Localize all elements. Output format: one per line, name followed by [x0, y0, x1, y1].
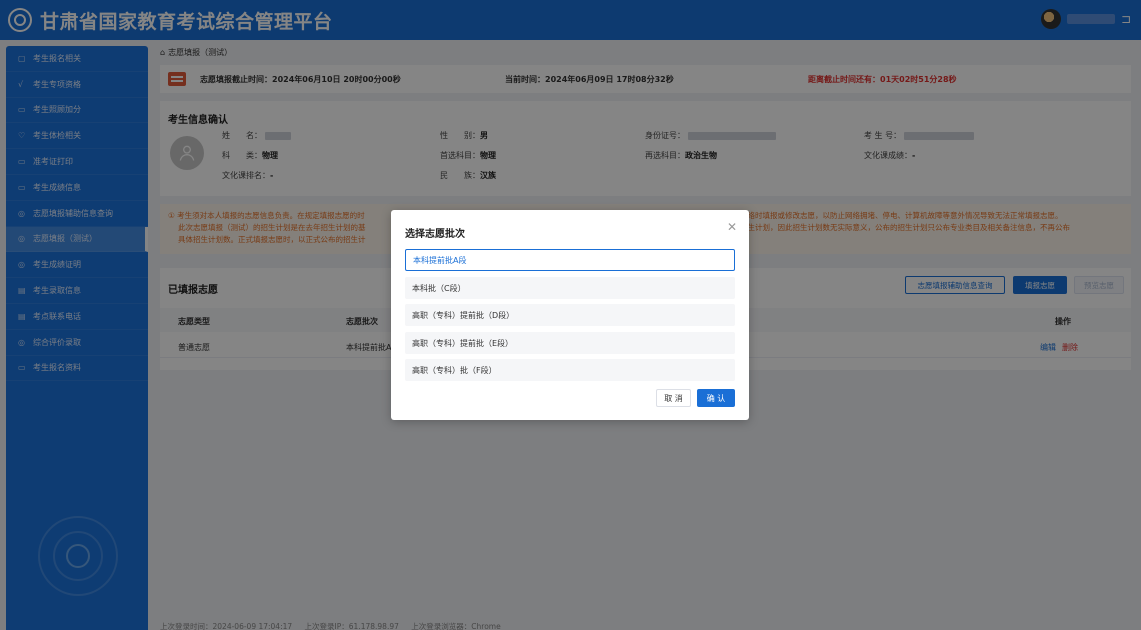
- batch-option-c[interactable]: 本科批（C段）: [405, 277, 735, 299]
- batch-option-a[interactable]: 本科提前批A段: [405, 249, 735, 271]
- cancel-button[interactable]: 取 消: [656, 389, 691, 407]
- dialog-title: 选择志愿批次: [405, 229, 465, 240]
- batch-option-f[interactable]: 高职（专科）批（F段）: [405, 359, 735, 381]
- select-batch-dialog: 选择志愿批次 ✕ 本科提前批A段 本科批（C段） 高职（专科）提前批（D段） 高…: [391, 210, 749, 420]
- confirm-button[interactable]: 确 认: [697, 389, 735, 407]
- close-icon[interactable]: ✕: [727, 220, 737, 234]
- batch-option-e[interactable]: 高职（专科）提前批（E段）: [405, 332, 735, 354]
- batch-option-d[interactable]: 高职（专科）提前批（D段）: [405, 304, 735, 326]
